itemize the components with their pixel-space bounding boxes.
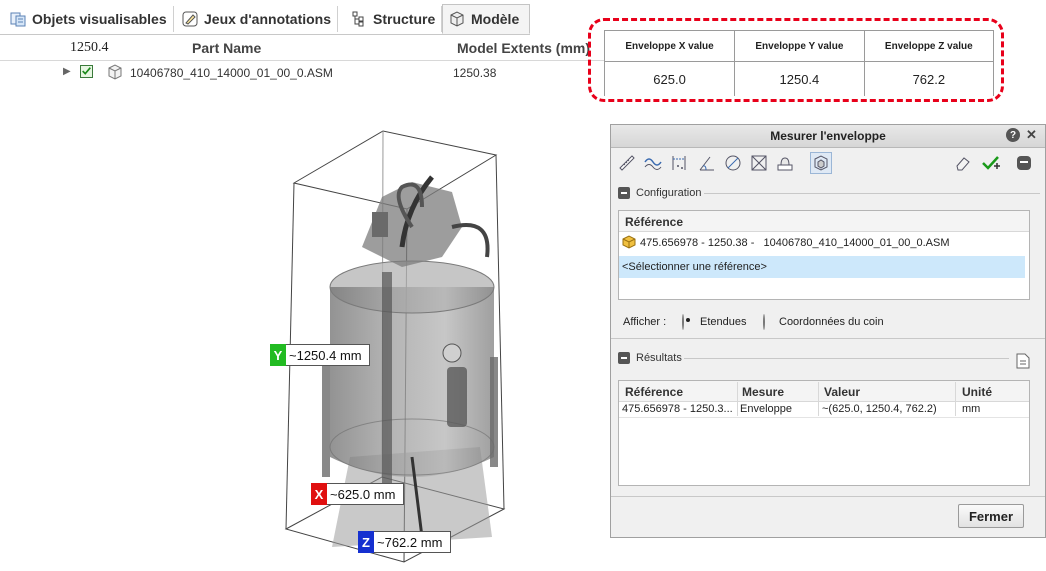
check-plus-icon [982, 156, 1000, 170]
divider [611, 496, 1045, 497]
tab-model[interactable]: Modèle [442, 4, 530, 34]
envelope-y-header: Enveloppe Y value [734, 30, 865, 62]
radio-corner-coordinates[interactable] [763, 314, 765, 330]
part-cube-icon [622, 235, 636, 249]
apply-button[interactable] [980, 152, 1002, 174]
results-col-value[interactable]: Valeur [824, 385, 860, 399]
minus-icon [1017, 156, 1031, 170]
area-icon [777, 157, 793, 171]
radio-corner-coordinates-label[interactable]: Coordonnées du coin [779, 316, 884, 328]
dimension-value-x: ~625.0 mm [330, 486, 396, 502]
column-model-extents[interactable]: Model Extents (mm) [457, 40, 590, 56]
envelope-x-header: Enveloppe X value [603, 30, 736, 62]
radio-extents-label[interactable]: Etendues [700, 316, 746, 328]
column-value: 1250.4 [70, 40, 109, 55]
tab-annotation-sets[interactable]: Jeux d'annotations [176, 6, 339, 32]
curve-length-icon [644, 158, 662, 170]
results-title: Résultats [636, 352, 682, 364]
reference-column-header: Référence [625, 215, 684, 229]
diameter-icon [725, 155, 741, 171]
envelope-x-value: 625.0 [603, 61, 736, 96]
axis-y-badge: Y [270, 344, 286, 366]
display-label: Afficher : [623, 316, 667, 328]
annotation-sets-icon [182, 11, 198, 27]
configuration-section-header[interactable]: Configuration [618, 187, 701, 199]
dimension-label-x: X ~625.0 mm [311, 483, 404, 505]
configuration-title: Configuration [636, 187, 702, 199]
dimension-label-y: Y ~1250.4 mm [270, 344, 370, 366]
tab-label: Jeux d'annotations [204, 11, 332, 27]
diameter-tool-button[interactable] [722, 152, 744, 174]
tab-visualizable-objects[interactable]: Objets visualisables [4, 6, 174, 32]
divider [704, 193, 1040, 194]
tab-structure[interactable]: Structure [345, 6, 443, 32]
export-results-icon[interactable] [1016, 353, 1030, 369]
offset-tool-button[interactable] [668, 152, 690, 174]
structure-icon [352, 11, 364, 27]
envelope-z-value: 762.2 [863, 61, 995, 96]
visualizable-objects-icon [10, 12, 26, 27]
part-name-cell: 10406780_410_14000_01_00_0.ASM [130, 66, 333, 80]
divider [611, 338, 1045, 339]
collapse-icon [618, 187, 630, 199]
angle-tool-button[interactable] [696, 152, 718, 174]
result-value-cell: ~(625.0, 1250.4, 762.2) [822, 403, 937, 415]
eraser-icon [956, 157, 970, 171]
visibility-checkbox[interactable] [80, 65, 93, 78]
column-part-name[interactable]: Part Name [192, 40, 261, 56]
results-col-unit[interactable]: Unité [962, 385, 992, 399]
envelope-icon [814, 155, 828, 171]
ruler-icon [619, 155, 635, 171]
axis-x-badge: X [311, 483, 327, 505]
dimension-value-z: ~762.2 mm [377, 534, 443, 550]
dialog-title: Mesurer l'enveloppe [770, 129, 886, 143]
collapse-icon [618, 352, 630, 364]
results-col-reference[interactable]: Référence [625, 385, 683, 399]
expand-arrow-icon[interactable]: ▶ [63, 66, 71, 77]
help-icon[interactable]: ? [1006, 128, 1020, 142]
tab-label: Structure [373, 11, 436, 27]
tab-label: Objets visualisables [32, 11, 167, 27]
distance-tool-button[interactable] [616, 152, 638, 174]
reference-item-label: 475.656978 - 1250.38 - 10406780_410_1400… [640, 237, 950, 249]
envelope-y-value: 1250.4 [734, 61, 865, 96]
transform-icon [751, 155, 767, 171]
results-col-measure[interactable]: Mesure [742, 385, 784, 399]
dimension-label-z: Z ~762.2 mm [358, 531, 451, 553]
envelope-z-header: Enveloppe Z value [863, 30, 995, 62]
model-extents-cell: 1250.38 [453, 66, 497, 80]
result-reference-cell: 475.656978 - 1250.3... [622, 403, 733, 415]
offset-icon [672, 156, 686, 170]
transform-tool-button[interactable] [748, 152, 770, 174]
close-button[interactable]: Fermer [958, 504, 1024, 528]
assembly-icon [108, 64, 122, 80]
result-unit-cell: mm [962, 403, 981, 415]
radio-extents[interactable] [682, 314, 684, 330]
collapse-toolbar-button[interactable] [1013, 152, 1035, 174]
select-reference-prompt: <Sélectionner une référence> [622, 261, 767, 273]
length-tool-button[interactable] [642, 152, 664, 174]
axis-z-badge: Z [358, 531, 374, 553]
dialog-title-bar[interactable]: Mesurer l'enveloppe [611, 125, 1045, 148]
envelope-tool-button[interactable] [810, 152, 832, 174]
envelope-summary-table: Enveloppe X value Enveloppe Y value Enve… [603, 30, 995, 96]
angle-icon [699, 156, 714, 171]
close-icon[interactable]: ✕ [1026, 127, 1037, 143]
tab-label: Modèle [471, 11, 520, 27]
results-section-header[interactable]: Résultats [618, 352, 682, 364]
checkmark-icon [82, 67, 91, 75]
result-measure-cell: Enveloppe [740, 403, 792, 415]
divider [684, 358, 1009, 359]
area-tool-button[interactable] [774, 152, 796, 174]
dimension-value-y: ~1250.4 mm [289, 347, 362, 363]
clear-button[interactable] [952, 152, 974, 174]
model-icon [450, 11, 464, 27]
